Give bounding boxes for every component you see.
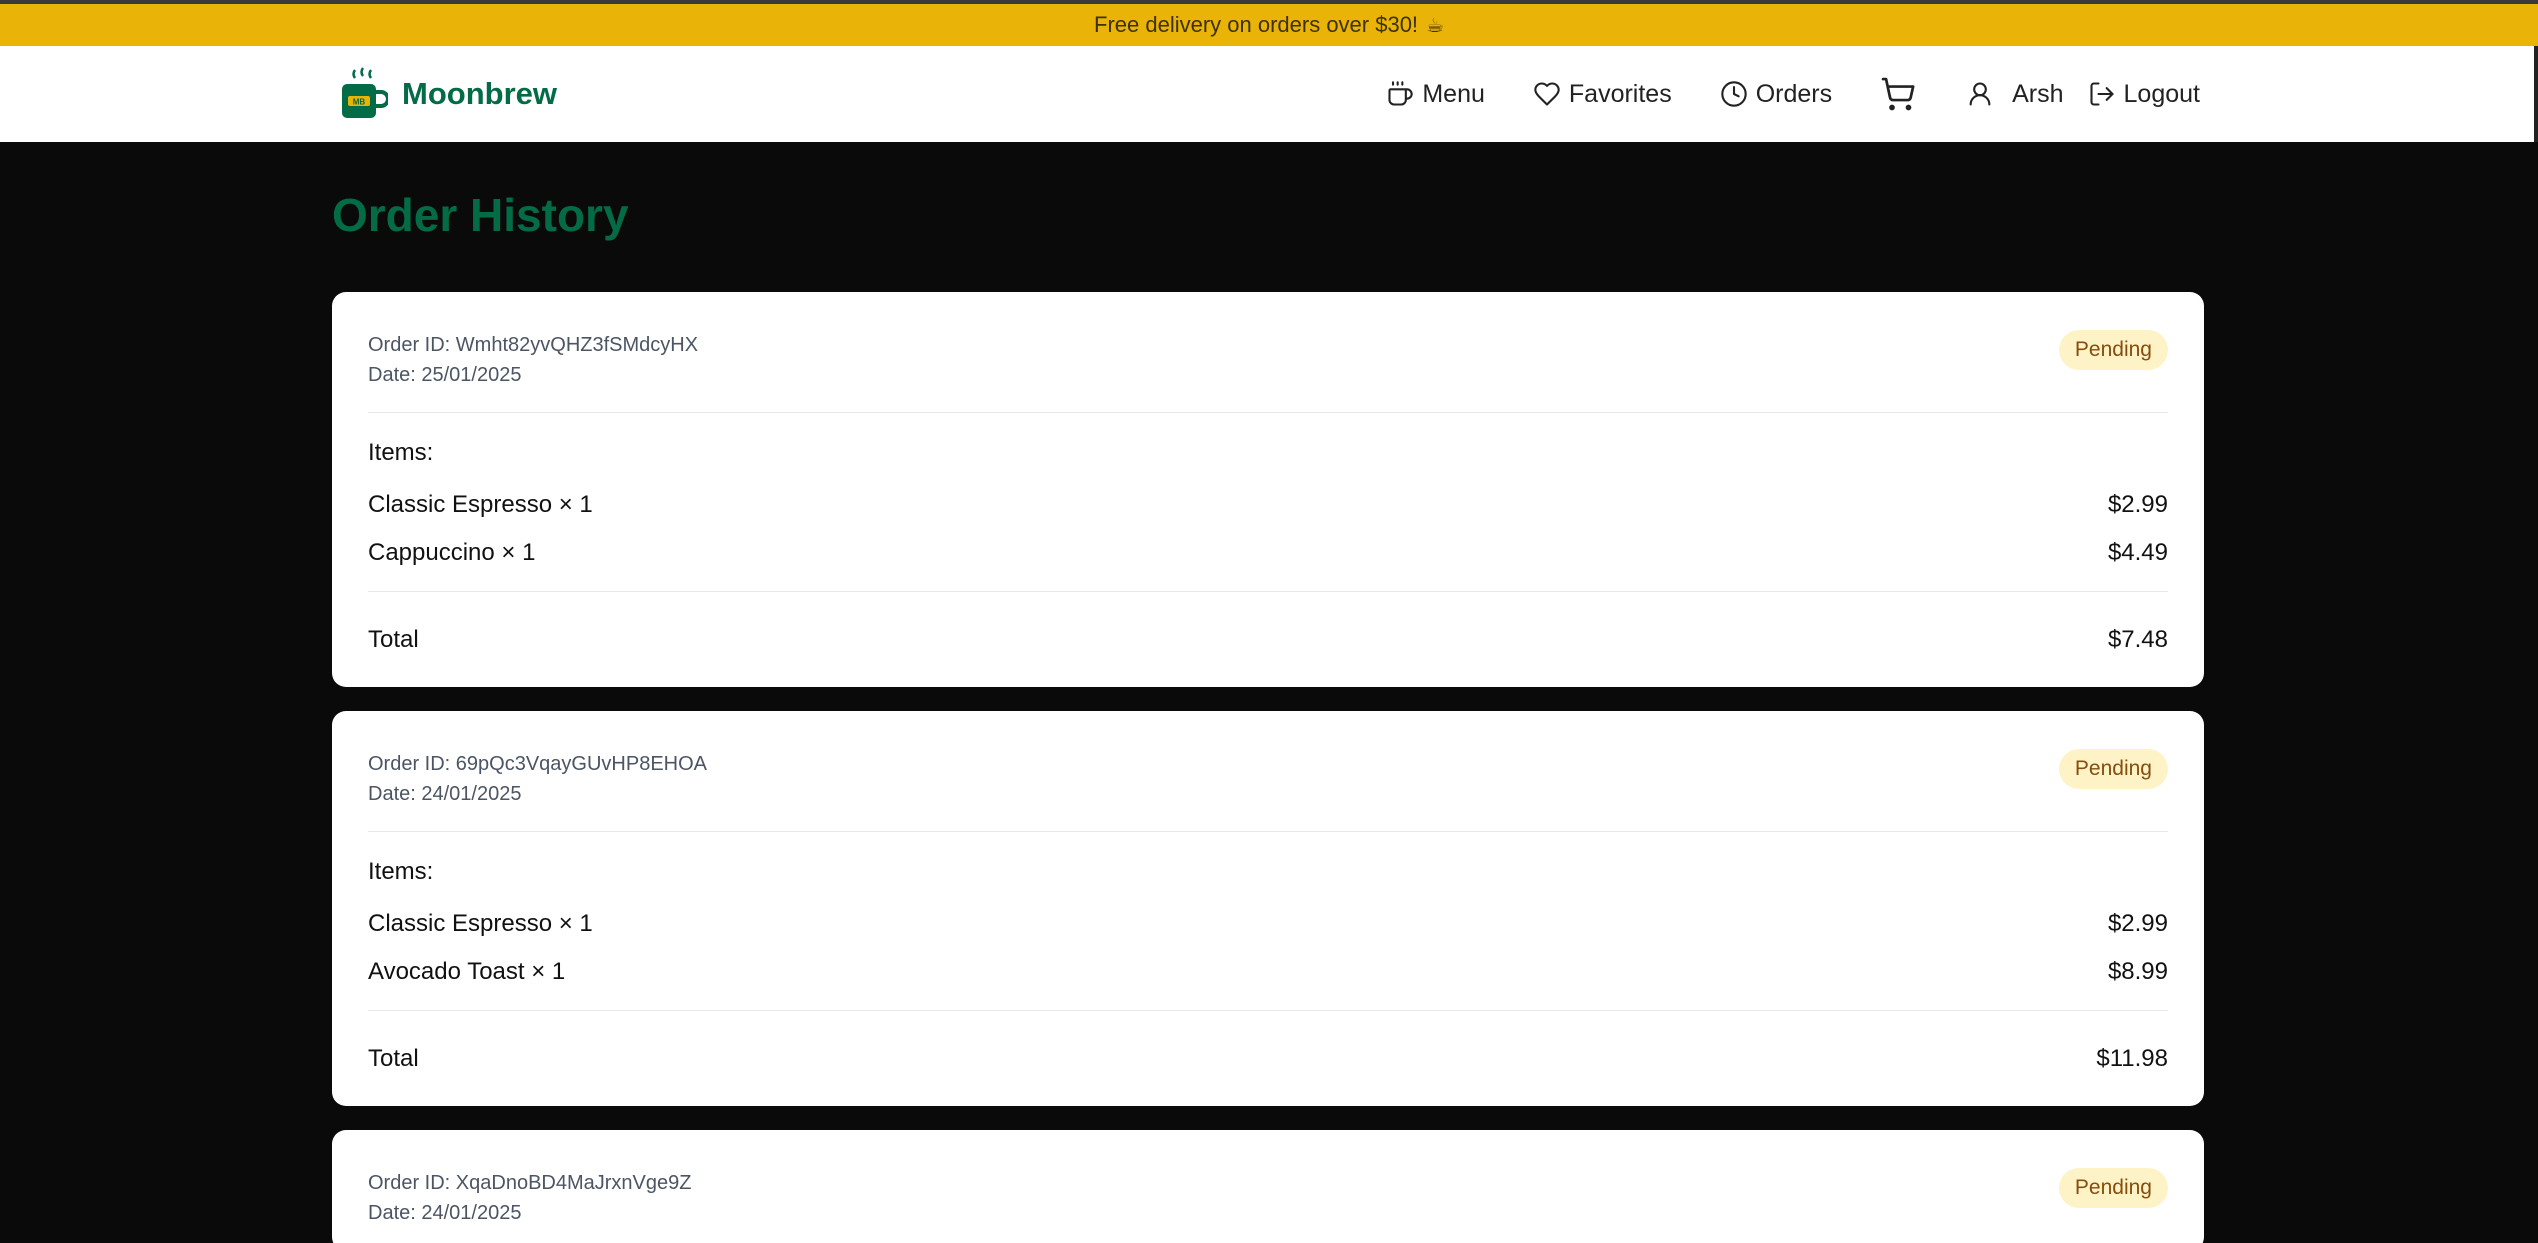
status-badge: Pending xyxy=(2058,1168,2168,1208)
item-price: $8.99 xyxy=(2107,958,2168,985)
brand-name: Moonbrew xyxy=(402,76,557,111)
navbar: MB Moonbrew Menu Favorites Orders Arsh L… xyxy=(0,46,2538,142)
order-item-row: Avocado Toast × 1 $8.99 xyxy=(368,948,2168,996)
items-label: Items: xyxy=(368,858,434,885)
nav-menu-label: Menu xyxy=(1422,79,1485,108)
coffee-emoji-icon: ☕ xyxy=(1426,14,1444,37)
status-badge: Pending xyxy=(2058,330,2168,370)
nav-favorites-label: Favorites xyxy=(1568,79,1672,108)
user-name: Arsh xyxy=(2012,79,2064,108)
order-meta: Order ID: XqaDnoBD4MaJrxnVge9Z Date: 24/… xyxy=(368,1168,691,1228)
order-total-row: Total $11.98 xyxy=(368,1011,2168,1106)
cart-button[interactable] xyxy=(1880,76,1916,112)
order-items: Items: Classic Espresso × 1 $2.99 Cappuc… xyxy=(368,413,2168,592)
order-date: Date: 24/01/2025 xyxy=(368,1202,522,1224)
order-total-row: Total $7.48 xyxy=(368,592,2168,687)
order-header: Order ID: 69pQc3VqayGUvHP8EHOA Date: 24/… xyxy=(368,711,2168,832)
item-name: Classic Espresso × 1 xyxy=(368,491,593,518)
order-header: Order ID: Wmht82yvQHZ3fSMdcyHX Date: 25/… xyxy=(368,292,2168,413)
logout-icon xyxy=(2089,82,2114,106)
total-label: Total xyxy=(368,1044,419,1072)
logout-label: Logout xyxy=(2123,79,2200,108)
status-badge: Pending xyxy=(2058,749,2168,789)
item-price: $2.99 xyxy=(2107,910,2168,937)
brand-home-link[interactable]: MB Moonbrew xyxy=(338,64,557,124)
heart-icon xyxy=(1534,82,1560,106)
order-header: Order ID: XqaDnoBD4MaJrxnVge9Z Date: 24/… xyxy=(368,1130,2168,1243)
order-meta: Order ID: 69pQc3VqayGUvHP8EHOA Date: 24/… xyxy=(368,749,707,809)
logout-button[interactable]: Logout xyxy=(2088,80,2200,109)
nav-favorites-link[interactable]: Favorites xyxy=(1533,80,1672,109)
order-id: Order ID: 69pQc3VqayGUvHP8EHOA xyxy=(368,753,708,775)
nav-menu-link[interactable]: Menu xyxy=(1386,80,1485,109)
promo-banner: Free delivery on orders over $30! ☕ xyxy=(0,4,2538,46)
nav-orders-link[interactable]: Orders xyxy=(1720,80,1832,109)
items-label: Items: xyxy=(368,439,434,466)
coffee-mug-logo-icon: MB xyxy=(342,67,388,118)
total-label: Total xyxy=(368,625,419,653)
item-price: $4.49 xyxy=(2107,539,2168,566)
order-id: Order ID: Wmht82yvQHZ3fSMdcyHX xyxy=(368,334,699,356)
order-date: Date: 24/01/2025 xyxy=(368,783,522,805)
nav-orders-label: Orders xyxy=(1755,79,1833,108)
order-list: Order ID: Wmht82yvQHZ3fSMdcyHX Date: 25/… xyxy=(332,292,2204,1243)
item-name: Classic Espresso × 1 xyxy=(368,910,593,937)
promo-banner-text: Free delivery on orders over $30! xyxy=(1094,12,1419,37)
order-items: Items: Classic Espresso × 1 $2.99 Avocad… xyxy=(368,832,2168,1011)
order-item-row: Classic Espresso × 1 $2.99 xyxy=(368,481,2168,529)
order-card: Order ID: XqaDnoBD4MaJrxnVge9Z Date: 24/… xyxy=(332,1130,2204,1243)
item-price: $2.99 xyxy=(2107,491,2168,518)
total-value: $11.98 xyxy=(2096,1044,2168,1072)
item-name: Cappuccino × 1 xyxy=(368,539,536,566)
item-name: Avocado Toast × 1 xyxy=(368,958,566,985)
main-nav: Menu Favorites Orders Arsh Logout xyxy=(1338,46,2200,142)
order-date: Date: 25/01/2025 xyxy=(368,364,522,386)
page-title: Order History xyxy=(332,189,629,241)
order-item-row: Classic Espresso × 1 $2.99 xyxy=(368,900,2168,948)
shopping-cart-icon xyxy=(1881,77,1915,111)
logo-monogram: MB xyxy=(353,98,366,107)
order-card: Order ID: 69pQc3VqayGUvHP8EHOA Date: 24/… xyxy=(332,711,2204,1106)
coffee-cup-icon xyxy=(1388,81,1414,106)
user-profile-link[interactable]: Arsh xyxy=(1966,79,2064,109)
order-card: Order ID: Wmht82yvQHZ3fSMdcyHX Date: 25/… xyxy=(332,292,2204,687)
clock-icon xyxy=(1721,81,1747,107)
total-value: $7.48 xyxy=(2107,625,2168,653)
order-id: Order ID: XqaDnoBD4MaJrxnVge9Z xyxy=(368,1172,692,1194)
order-item-row: Cappuccino × 1 $4.49 xyxy=(368,529,2168,577)
user-icon xyxy=(1969,82,1991,106)
order-meta: Order ID: Wmht82yvQHZ3fSMdcyHX Date: 25/… xyxy=(368,330,698,390)
